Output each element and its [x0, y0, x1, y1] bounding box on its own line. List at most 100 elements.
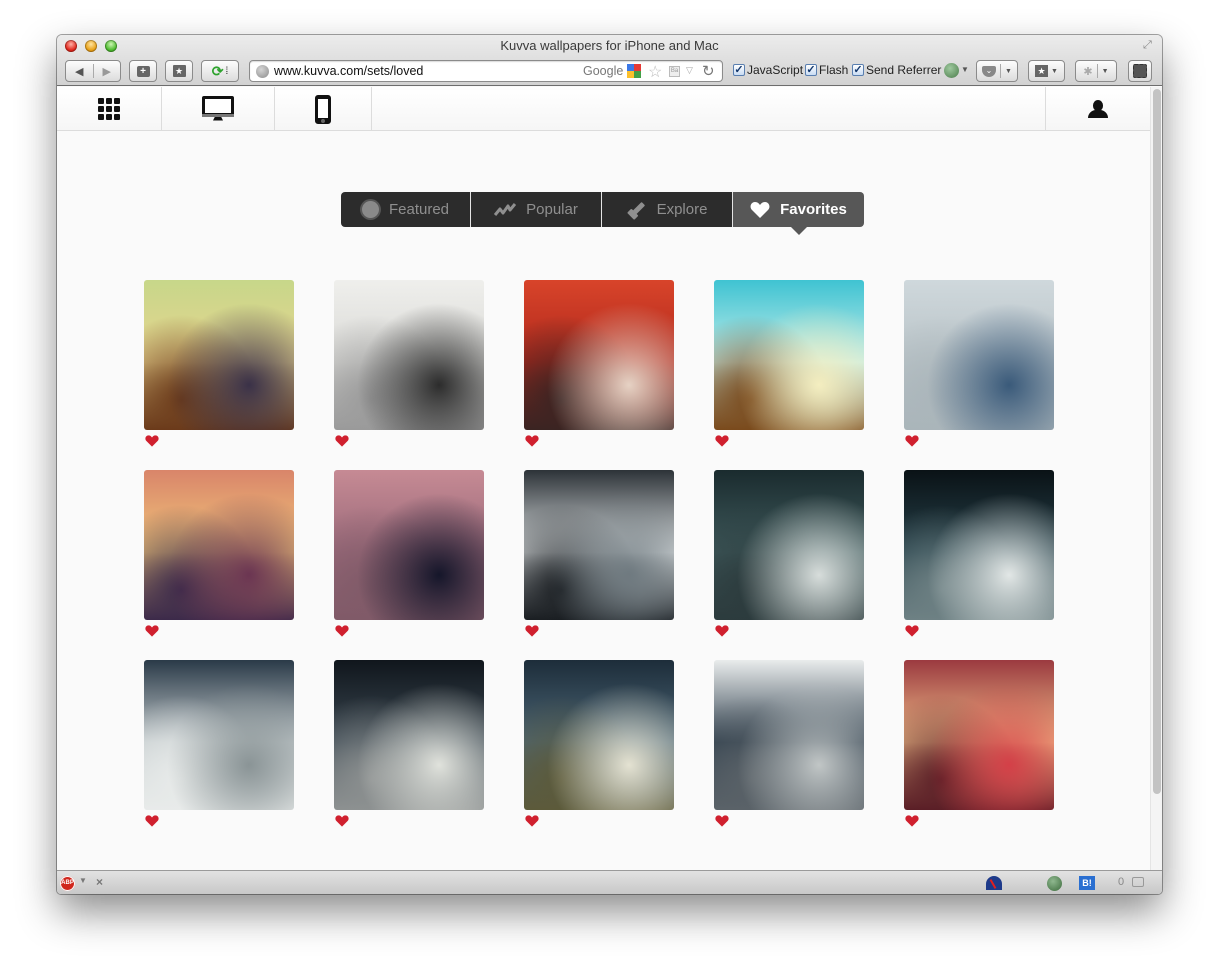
- dropdown-caret-icon[interactable]: ▽: [686, 65, 693, 76]
- wallpaper-card[interactable]: [524, 280, 674, 452]
- javascript-toggle[interactable]: ✓ JavaScript: [733, 63, 803, 77]
- wallpaper-thumbnail-geometric-triangles[interactable]: [144, 470, 294, 620]
- wallpaper-thumbnail-origami-bird[interactable]: [334, 280, 484, 430]
- star-box-icon: ★: [1035, 65, 1049, 77]
- scrollbar-thumb[interactable]: [1153, 89, 1161, 794]
- heart-icon[interactable]: [715, 624, 729, 638]
- wallpaper-thumbnail-storm-wave-2[interactable]: [714, 470, 864, 620]
- wallpaper-thumbnail-red-abstract-light[interactable]: [904, 660, 1054, 810]
- wallpaper-card[interactable]: [334, 660, 484, 832]
- extension-menu-button[interactable]: ✱ ▼: [1075, 60, 1117, 82]
- wallpaper-card[interactable]: [524, 660, 674, 832]
- wallpaper-thumbnail-liquid-splash[interactable]: [714, 280, 864, 430]
- hatena-bookmark-icon[interactable]: B!: [1079, 876, 1095, 890]
- wallpaper-card[interactable]: [334, 470, 484, 642]
- heart-icon[interactable]: [905, 624, 919, 638]
- wallpaper-thumbnail-storm-wave-4[interactable]: [144, 660, 294, 810]
- search-engine-label[interactable]: Google: [583, 64, 623, 78]
- heart-icon[interactable]: [905, 814, 919, 828]
- javascript-label: JavaScript: [747, 63, 804, 77]
- wallpaper-card[interactable]: [144, 470, 294, 642]
- wallpaper-card[interactable]: [904, 660, 1054, 832]
- bug-icon: ✱: [1083, 65, 1093, 78]
- tab-explore[interactable]: Explore: [602, 192, 733, 227]
- flash-toggle[interactable]: ✓ Flash: [805, 63, 848, 77]
- heart-icon[interactable]: [145, 624, 159, 638]
- heart-icon[interactable]: [525, 624, 539, 638]
- wallpaper-card[interactable]: [904, 470, 1054, 642]
- send-referrer-label: Send Referrer: [866, 63, 942, 77]
- star-icon[interactable]: ☆: [648, 62, 662, 82]
- back-button[interactable]: ◀: [66, 61, 93, 81]
- extension-globe-icon[interactable]: [944, 63, 959, 78]
- wallpaper-thumbnail-blurred-city-towers[interactable]: [144, 280, 294, 430]
- reader-icon[interactable]: Ba: [669, 66, 680, 77]
- tab-favorites[interactable]: Favorites: [733, 192, 864, 235]
- wallpaper-thumbnail-pink-horizon-blur[interactable]: [334, 470, 484, 620]
- pocket-button[interactable]: ⌄ ▼: [976, 60, 1018, 82]
- chevron-down-icon[interactable]: ▼: [79, 876, 87, 885]
- browser-toolbar: Kuvva wallpapers for iPhone and Mac ⤢ ◀ …: [57, 35, 1162, 86]
- nav-mac-wallpapers[interactable]: [162, 87, 275, 131]
- nav-all-wallpapers[interactable]: [57, 87, 162, 131]
- fullscreen-icon[interactable]: ⤢: [1143, 39, 1155, 51]
- wallpaper-thumbnail-storm-wave-6[interactable]: [524, 660, 674, 810]
- heart-icon[interactable]: [335, 434, 349, 448]
- heart-icon[interactable]: [715, 814, 729, 828]
- bookmark-star-button[interactable]: ★ ▼: [1028, 60, 1065, 82]
- url-text[interactable]: www.kuvva.com/sets/loved: [274, 64, 423, 78]
- adblock-icon[interactable]: ABP: [60, 876, 75, 891]
- account-button[interactable]: [1045, 87, 1150, 131]
- heart-icon[interactable]: [145, 434, 159, 448]
- tab-featured[interactable]: Featured: [341, 192, 471, 227]
- speedometer-icon[interactable]: [986, 876, 1002, 890]
- wallpaper-card[interactable]: [144, 280, 294, 452]
- wallpaper-card[interactable]: [904, 280, 1054, 452]
- wallpaper-thumbnail-red-city-aerial[interactable]: [524, 280, 674, 430]
- wallpaper-card[interactable]: [714, 470, 864, 642]
- close-icon[interactable]: ×: [96, 875, 103, 889]
- comment-icon[interactable]: [1132, 877, 1144, 887]
- bookmarks-button[interactable]: ★: [165, 60, 193, 82]
- forward-button[interactable]: ▶: [94, 61, 121, 81]
- address-bar[interactable]: www.kuvva.com/sets/loved Google ☆ Ba ▽ ↻: [249, 60, 723, 82]
- wallpaper-card[interactable]: [714, 660, 864, 832]
- wallpaper-thumbnail-storm-wave-7[interactable]: [714, 660, 864, 810]
- checkbox-icon[interactable]: ✓: [733, 64, 745, 76]
- plus-folder-icon: +: [136, 65, 150, 77]
- checkbox-icon[interactable]: ✓: [852, 64, 864, 76]
- wallpaper-card[interactable]: [714, 280, 864, 452]
- heart-icon[interactable]: [525, 434, 539, 448]
- wallpaper-thumbnail-misty-boat[interactable]: [904, 280, 1054, 430]
- wallpaper-thumbnail-storm-wave-3[interactable]: [904, 470, 1054, 620]
- evernote-button[interactable]: [1128, 60, 1152, 82]
- tab-popular[interactable]: Popular: [471, 192, 602, 227]
- send-referrer-toggle[interactable]: ✓ Send Referrer: [852, 63, 941, 77]
- wallpaper-card[interactable]: [524, 470, 674, 642]
- heart-icon[interactable]: [335, 814, 349, 828]
- heart-icon[interactable]: [335, 624, 349, 638]
- star-box-icon: ★: [172, 65, 186, 77]
- reload-icon[interactable]: ↻: [702, 62, 715, 80]
- wallpaper-card[interactable]: [334, 280, 484, 452]
- chevron-down-icon[interactable]: ▼: [961, 65, 969, 74]
- wallpaper-thumbnail-storm-wave-1[interactable]: [524, 470, 674, 620]
- comment-count: 0: [1118, 876, 1125, 888]
- add-bookmark-button[interactable]: +: [129, 60, 157, 82]
- pocket-icon: ⌄: [982, 65, 997, 77]
- nav-iphone-wallpapers[interactable]: [275, 87, 372, 131]
- extension-button[interactable]: ⟳ ⁞: [201, 60, 239, 82]
- checkbox-icon[interactable]: ✓: [805, 64, 817, 76]
- extension-globe-icon[interactable]: [1047, 876, 1062, 891]
- google-icon[interactable]: [627, 64, 641, 79]
- heart-icon[interactable]: [905, 434, 919, 448]
- wallpaper-card[interactable]: [144, 660, 294, 832]
- heart-icon[interactable]: [145, 814, 159, 828]
- vertical-scrollbar[interactable]: [1150, 87, 1162, 870]
- heart-icon[interactable]: [525, 814, 539, 828]
- wallpaper-thumbnail-storm-wave-5[interactable]: [334, 660, 484, 810]
- heart-icon[interactable]: [715, 434, 729, 448]
- trend-icon: [494, 202, 517, 217]
- tab-label: Popular: [526, 201, 578, 218]
- divider: [1000, 64, 1002, 78]
